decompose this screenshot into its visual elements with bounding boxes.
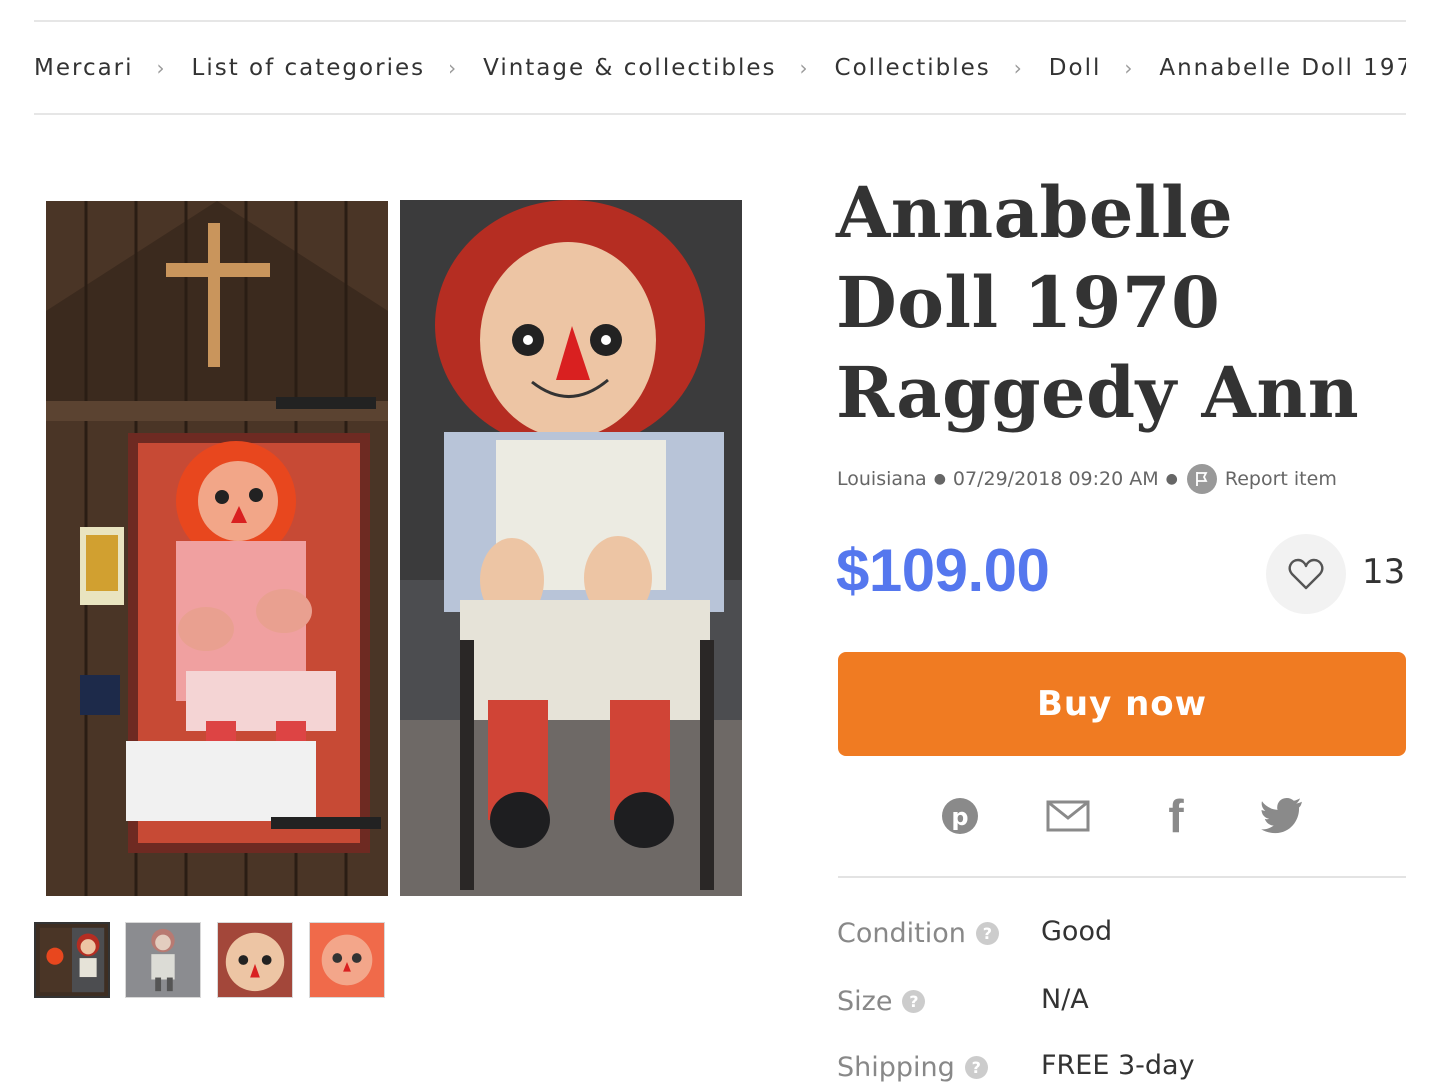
- help-icon[interactable]: ?: [964, 1056, 988, 1079]
- thumbnail-4[interactable]: [309, 922, 385, 998]
- breadcrumb-separator: ›: [156, 56, 165, 80]
- main-photo-right[interactable]: [400, 200, 742, 896]
- breadcrumb-list-of-categories[interactable]: List of categories: [192, 55, 426, 81]
- like-count: 13: [1362, 552, 1406, 592]
- breadcrumb-separator: ›: [448, 56, 457, 80]
- breadcrumb-collectibles[interactable]: Collectibles: [835, 55, 991, 81]
- help-icon[interactable]: ?: [975, 922, 999, 945]
- breadcrumb-vintage-collectibles[interactable]: Vintage & collectibles: [483, 55, 776, 81]
- pinterest-icon[interactable]: p: [938, 794, 982, 838]
- breadcrumb-separator: ›: [799, 56, 808, 80]
- flag-icon[interactable]: [1186, 464, 1217, 494]
- item-price: $109.00: [836, 537, 1050, 604]
- shipping-label: Shipping ?: [837, 1052, 988, 1083]
- breadcrumb: Mercari › List of categories › Vintage &…: [34, 50, 1406, 86]
- item-date: 07/29/2018 09:20 AM: [952, 468, 1159, 490]
- facebook-glyph: f: [1168, 790, 1184, 842]
- facebook-icon[interactable]: f: [1154, 790, 1198, 842]
- size-value: N/A: [1041, 984, 1089, 1015]
- meta-dot: ●: [933, 471, 946, 487]
- help-icon[interactable]: ?: [902, 990, 926, 1013]
- twitter-icon[interactable]: [1260, 794, 1304, 838]
- condition-value: Good: [1041, 916, 1113, 947]
- item-meta: Louisiana ● 07/29/2018 09:20 AM ● Report…: [837, 464, 1337, 494]
- main-photo-left[interactable]: [46, 201, 388, 896]
- top-divider: [34, 20, 1406, 22]
- email-icon[interactable]: [1046, 794, 1090, 838]
- pinterest-glyph: p: [951, 803, 968, 831]
- breadcrumb-current-item: Annabelle Doll 1970 Raggedy Ann: [1159, 55, 1406, 81]
- breadcrumb-mercari[interactable]: Mercari: [34, 55, 134, 81]
- breadcrumb-divider: [34, 113, 1406, 115]
- heart-icon: [1288, 558, 1324, 590]
- item-location: Louisiana: [837, 468, 927, 490]
- meta-dot: ●: [1165, 471, 1178, 487]
- like-button[interactable]: [1266, 534, 1346, 614]
- share-divider: [838, 876, 1406, 878]
- report-item-link[interactable]: Report item: [1225, 468, 1337, 490]
- condition-label: Condition ?: [837, 918, 999, 949]
- shipping-label-text: Shipping: [837, 1052, 955, 1083]
- thumbnail-1[interactable]: [34, 922, 110, 998]
- item-title: Annabelle Doll 1970 Raggedy Ann: [836, 171, 1360, 434]
- buy-now-button[interactable]: Buy now: [838, 652, 1406, 756]
- breadcrumb-doll[interactable]: Doll: [1049, 55, 1102, 81]
- thumbnail-2[interactable]: [125, 922, 201, 998]
- breadcrumb-separator: ›: [1013, 56, 1022, 80]
- size-label-text: Size: [837, 986, 893, 1017]
- shipping-value: FREE 3-day: [1041, 1050, 1195, 1081]
- condition-label-text: Condition: [837, 918, 966, 949]
- thumbnail-3[interactable]: [217, 922, 293, 998]
- breadcrumb-separator: ›: [1124, 56, 1133, 80]
- size-label: Size ?: [837, 986, 926, 1017]
